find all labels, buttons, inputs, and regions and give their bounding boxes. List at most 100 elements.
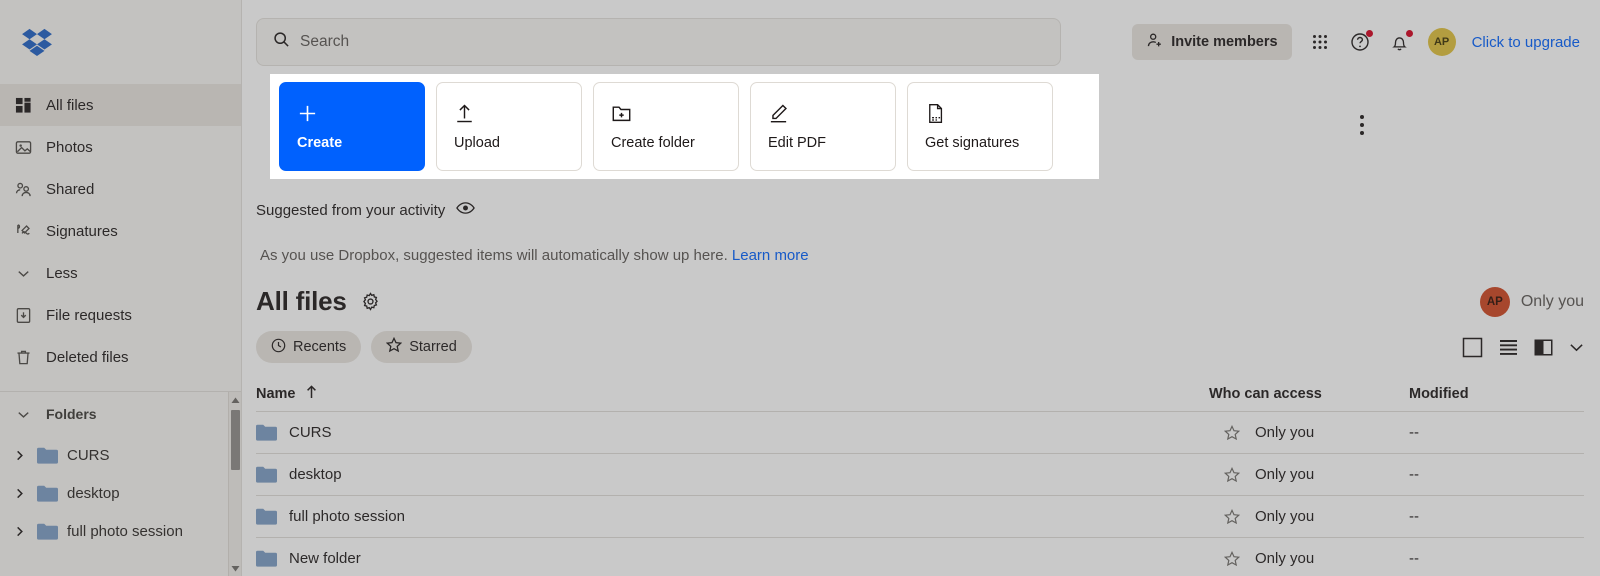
clock-icon xyxy=(271,338,286,357)
chevron-right-icon[interactable] xyxy=(10,488,28,499)
folder-icon xyxy=(256,508,277,525)
scroll-down-arrow-icon[interactable] xyxy=(229,562,242,575)
upload-arrow-icon xyxy=(454,102,581,124)
file-name-cell[interactable]: full photo session xyxy=(256,508,1209,525)
folder-icon xyxy=(37,523,58,540)
table-header-row: Name Who can access Modified xyxy=(256,377,1584,411)
star-toggle-icon[interactable] xyxy=(1209,425,1255,441)
sidebar-tree-label: desktop xyxy=(67,485,120,502)
table-row[interactable]: New folder Only you -- xyxy=(256,537,1584,576)
sidebar-item-less[interactable]: Less xyxy=(0,252,241,294)
grid-view-icon[interactable] xyxy=(1462,337,1483,358)
upgrade-link[interactable]: Click to upgrade xyxy=(1472,34,1580,51)
quick-actions-overflow-button[interactable] xyxy=(1350,110,1374,140)
folder-icon xyxy=(256,550,277,567)
files-table: Name Who can access Modified CURS xyxy=(242,377,1600,576)
filter-starred[interactable]: Starred xyxy=(371,331,472,363)
file-name-cell[interactable]: New folder xyxy=(256,550,1209,567)
sidebar-tree-item-desktop[interactable]: desktop xyxy=(0,474,241,512)
scrollbar-thumb[interactable] xyxy=(231,410,240,470)
file-name-cell[interactable]: desktop xyxy=(256,466,1209,483)
folder-icon xyxy=(256,466,277,483)
sidebar-item-label: Shared xyxy=(46,181,94,198)
suggested-empty-text: As you use Dropbox, suggested items will… xyxy=(260,247,728,264)
owner-label: Only you xyxy=(1521,293,1584,311)
search-box[interactable] xyxy=(256,18,1061,66)
trash-icon xyxy=(14,348,33,367)
create-folder-button[interactable]: Create folder xyxy=(593,82,739,171)
sidebar: All files Photos Shared Signatures xyxy=(0,0,242,576)
owner-avatar[interactable]: AP xyxy=(1480,287,1510,317)
list-view-icon[interactable] xyxy=(1499,339,1518,356)
suggested-empty-state: As you use Dropbox, suggested items will… xyxy=(242,232,1600,278)
star-icon xyxy=(386,337,402,357)
split-view-icon[interactable] xyxy=(1534,338,1553,357)
get-signatures-button[interactable]: Get signatures xyxy=(907,82,1053,171)
table-row[interactable]: CURS Only you -- xyxy=(256,411,1584,453)
person-add-icon xyxy=(1146,32,1163,53)
chevron-right-icon[interactable] xyxy=(10,526,28,537)
sidebar-item-photos[interactable]: Photos xyxy=(0,126,241,168)
notifications-bell-icon[interactable] xyxy=(1388,30,1412,54)
sidebar-tree-item-full-photo-session[interactable]: full photo session xyxy=(0,512,241,550)
sidebar-item-signatures[interactable]: Signatures xyxy=(0,210,241,252)
modified-cell: -- xyxy=(1409,466,1584,483)
sidebar-folders-header[interactable]: Folders xyxy=(0,392,241,436)
access-cell: Only you xyxy=(1255,508,1409,525)
chevron-down-icon xyxy=(14,264,33,283)
column-header-access[interactable]: Who can access xyxy=(1209,386,1409,402)
sidebar-item-deleted-files[interactable]: Deleted files xyxy=(0,336,241,378)
table-row[interactable]: desktop Only you -- xyxy=(256,453,1584,495)
view-mode-controls xyxy=(1462,337,1584,358)
modified-cell: -- xyxy=(1409,550,1584,567)
dropbox-logo[interactable] xyxy=(22,28,52,56)
eye-icon[interactable] xyxy=(456,201,475,219)
sidebar-scrollbar[interactable] xyxy=(228,392,241,576)
all-files-icon xyxy=(14,96,33,115)
filter-recents[interactable]: Recents xyxy=(256,331,361,363)
gear-icon[interactable] xyxy=(361,292,380,311)
file-name-label: full photo session xyxy=(289,508,405,525)
sidebar-item-all-files[interactable]: All files xyxy=(0,84,241,126)
help-notification-dot xyxy=(1366,30,1373,37)
chevron-right-icon[interactable] xyxy=(10,450,28,461)
search-input[interactable] xyxy=(300,33,1044,51)
suggested-heading: Suggested from your activity xyxy=(256,202,445,219)
column-header-name[interactable]: Name xyxy=(256,385,1209,403)
column-header-modified[interactable]: Modified xyxy=(1409,386,1584,402)
view-options-chevron-icon[interactable] xyxy=(1569,342,1584,353)
access-cell: Only you xyxy=(1255,424,1409,441)
help-icon[interactable] xyxy=(1348,30,1372,54)
file-name-cell[interactable]: CURS xyxy=(256,424,1209,441)
column-header-name-label: Name xyxy=(256,386,296,402)
user-avatar[interactable]: AP xyxy=(1428,28,1456,56)
file-requests-icon xyxy=(14,306,33,325)
sidebar-tree-label: CURS xyxy=(67,447,110,464)
star-toggle-icon[interactable] xyxy=(1209,551,1255,567)
upload-button[interactable]: Upload xyxy=(436,82,582,171)
sidebar-item-file-requests[interactable]: File requests xyxy=(0,294,241,336)
sidebar-item-label: All files xyxy=(46,97,94,114)
invite-members-label: Invite members xyxy=(1171,34,1277,50)
sidebar-item-label: File requests xyxy=(46,307,132,324)
sidebar-item-label: Less xyxy=(46,265,78,282)
table-row[interactable]: full photo session Only you -- xyxy=(256,495,1584,537)
star-toggle-icon[interactable] xyxy=(1209,467,1255,483)
signatures-icon xyxy=(14,222,33,241)
star-toggle-icon[interactable] xyxy=(1209,509,1255,525)
create-button[interactable]: Create xyxy=(279,82,425,171)
sidebar-folders-label: Folders xyxy=(46,406,97,422)
apps-grid-icon[interactable] xyxy=(1308,30,1332,54)
learn-more-link[interactable]: Learn more xyxy=(732,247,809,264)
upload-label: Upload xyxy=(454,135,581,151)
scroll-up-arrow-icon[interactable] xyxy=(229,394,242,407)
top-bar-actions: Invite members xyxy=(1132,24,1584,60)
sidebar-tree-item-curs[interactable]: CURS xyxy=(0,436,241,474)
invite-members-button[interactable]: Invite members xyxy=(1132,24,1291,60)
search-icon xyxy=(273,31,290,53)
sidebar-item-shared[interactable]: Shared xyxy=(0,168,241,210)
dot xyxy=(1360,115,1364,119)
edit-pdf-label: Edit PDF xyxy=(768,135,895,151)
edit-pdf-button[interactable]: Edit PDF xyxy=(750,82,896,171)
files-header: All files AP Only you xyxy=(242,278,1600,317)
